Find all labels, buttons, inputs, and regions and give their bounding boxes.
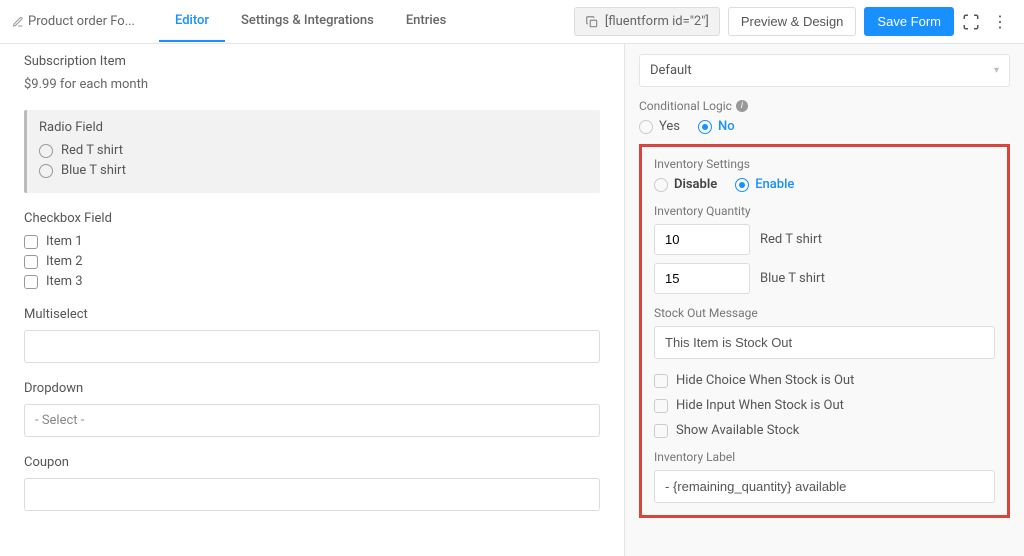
- quantity-input[interactable]: [654, 224, 750, 255]
- inventory-settings-highlight: Inventory Settings Disable Enable Invent…: [639, 144, 1010, 518]
- radio-option-label: Blue T shirt: [61, 163, 126, 178]
- radio-option[interactable]: Red T shirt: [39, 143, 588, 158]
- radio-icon: [639, 120, 653, 134]
- inventory-label-label: Inventory Label: [654, 450, 995, 464]
- checkbox-option[interactable]: Item 2: [24, 254, 600, 269]
- multiselect-block[interactable]: Multiselect: [24, 307, 600, 363]
- checkbox-icon: [654, 399, 668, 413]
- inventory-label-input[interactable]: [654, 470, 995, 503]
- tab-editor[interactable]: Editor: [159, 1, 225, 42]
- stock-out-label: Stock Out Message: [654, 306, 995, 320]
- checkbox-option[interactable]: Item 1: [24, 234, 600, 249]
- fullscreen-icon[interactable]: [962, 13, 980, 31]
- element-selector-value: Default: [650, 63, 692, 78]
- checkbox-option[interactable]: Item 3: [24, 274, 600, 289]
- checkbox-icon: [24, 275, 38, 289]
- radio-icon: [39, 144, 53, 158]
- radio-icon: [735, 178, 749, 192]
- coupon-block[interactable]: Coupon: [24, 455, 600, 511]
- hide-input-checkbox[interactable]: Hide Input When Stock is Out: [654, 398, 995, 413]
- checkbox-option-label: Item 2: [46, 254, 83, 269]
- checkbox-icon: [654, 374, 668, 388]
- multiselect-label: Multiselect: [24, 307, 600, 322]
- subscription-label: Subscription Item: [24, 54, 600, 69]
- copy-icon: [585, 15, 599, 29]
- quantity-item-label: Blue T shirt: [760, 271, 825, 286]
- subscription-price: $9.99 for each month: [24, 77, 600, 92]
- radio-icon: [698, 120, 712, 134]
- radio-icon: [654, 178, 668, 192]
- multiselect-input[interactable]: [24, 330, 600, 363]
- checkbox-icon: [24, 235, 38, 249]
- tab-settings[interactable]: Settings & Integrations: [225, 1, 390, 42]
- quantity-row: Red T shirt: [654, 224, 995, 255]
- form-title[interactable]: Product order Fo...: [28, 14, 135, 29]
- quantity-input[interactable]: [654, 263, 750, 294]
- info-icon[interactable]: i: [736, 100, 748, 112]
- conditional-logic-yes[interactable]: Yes: [639, 119, 680, 134]
- radio-option[interactable]: Blue T shirt: [39, 163, 588, 178]
- radio-option-label: Red T shirt: [61, 143, 123, 158]
- checkbox-option-label: Item 1: [46, 234, 83, 249]
- inventory-disable[interactable]: Disable: [654, 177, 717, 192]
- tab-entries[interactable]: Entries: [390, 1, 462, 42]
- more-menu-icon[interactable]: ⋮: [988, 12, 1012, 31]
- dropdown-select[interactable]: - Select -: [24, 404, 600, 437]
- checkbox-field-label: Checkbox Field: [24, 211, 600, 226]
- element-selector[interactable]: Default ▾: [639, 54, 1010, 87]
- dropdown-label: Dropdown: [24, 381, 600, 396]
- checkbox-icon: [24, 255, 38, 269]
- checkbox-icon: [654, 424, 668, 438]
- conditional-logic-label: Conditional Logic i: [639, 99, 1010, 113]
- radio-field-label: Radio Field: [39, 120, 588, 135]
- shortcode-text: [fluentform id="2"]: [605, 14, 709, 29]
- dropdown-placeholder: - Select -: [35, 413, 84, 428]
- subscription-item-block[interactable]: Subscription Item $9.99 for each month: [24, 54, 600, 92]
- conditional-logic-no[interactable]: No: [698, 119, 735, 134]
- edit-title-icon[interactable]: [12, 16, 24, 28]
- checkbox-option-label: Item 3: [46, 274, 83, 289]
- radio-icon: [39, 164, 53, 178]
- inventory-settings-label: Inventory Settings: [654, 157, 995, 171]
- checkbox-field-block[interactable]: Checkbox Field Item 1 Item 2 Item 3: [24, 211, 600, 289]
- coupon-label: Coupon: [24, 455, 600, 470]
- stock-out-message-input[interactable]: [654, 326, 995, 359]
- quantity-row: Blue T shirt: [654, 263, 995, 294]
- radio-field-block[interactable]: Radio Field Red T shirt Blue T shirt: [24, 110, 600, 193]
- show-available-checkbox[interactable]: Show Available Stock: [654, 423, 995, 438]
- shortcode-box[interactable]: [fluentform id="2"]: [574, 7, 720, 36]
- save-form-button[interactable]: Save Form: [864, 7, 954, 36]
- preview-design-button[interactable]: Preview & Design: [728, 7, 857, 36]
- coupon-input[interactable]: [24, 478, 600, 511]
- inventory-quantity-label: Inventory Quantity: [654, 204, 995, 218]
- chevron-down-icon: ▾: [994, 65, 999, 76]
- inventory-enable[interactable]: Enable: [735, 177, 794, 192]
- dropdown-block[interactable]: Dropdown - Select -: [24, 381, 600, 437]
- quantity-item-label: Red T shirt: [760, 232, 822, 247]
- hide-choice-checkbox[interactable]: Hide Choice When Stock is Out: [654, 373, 995, 388]
